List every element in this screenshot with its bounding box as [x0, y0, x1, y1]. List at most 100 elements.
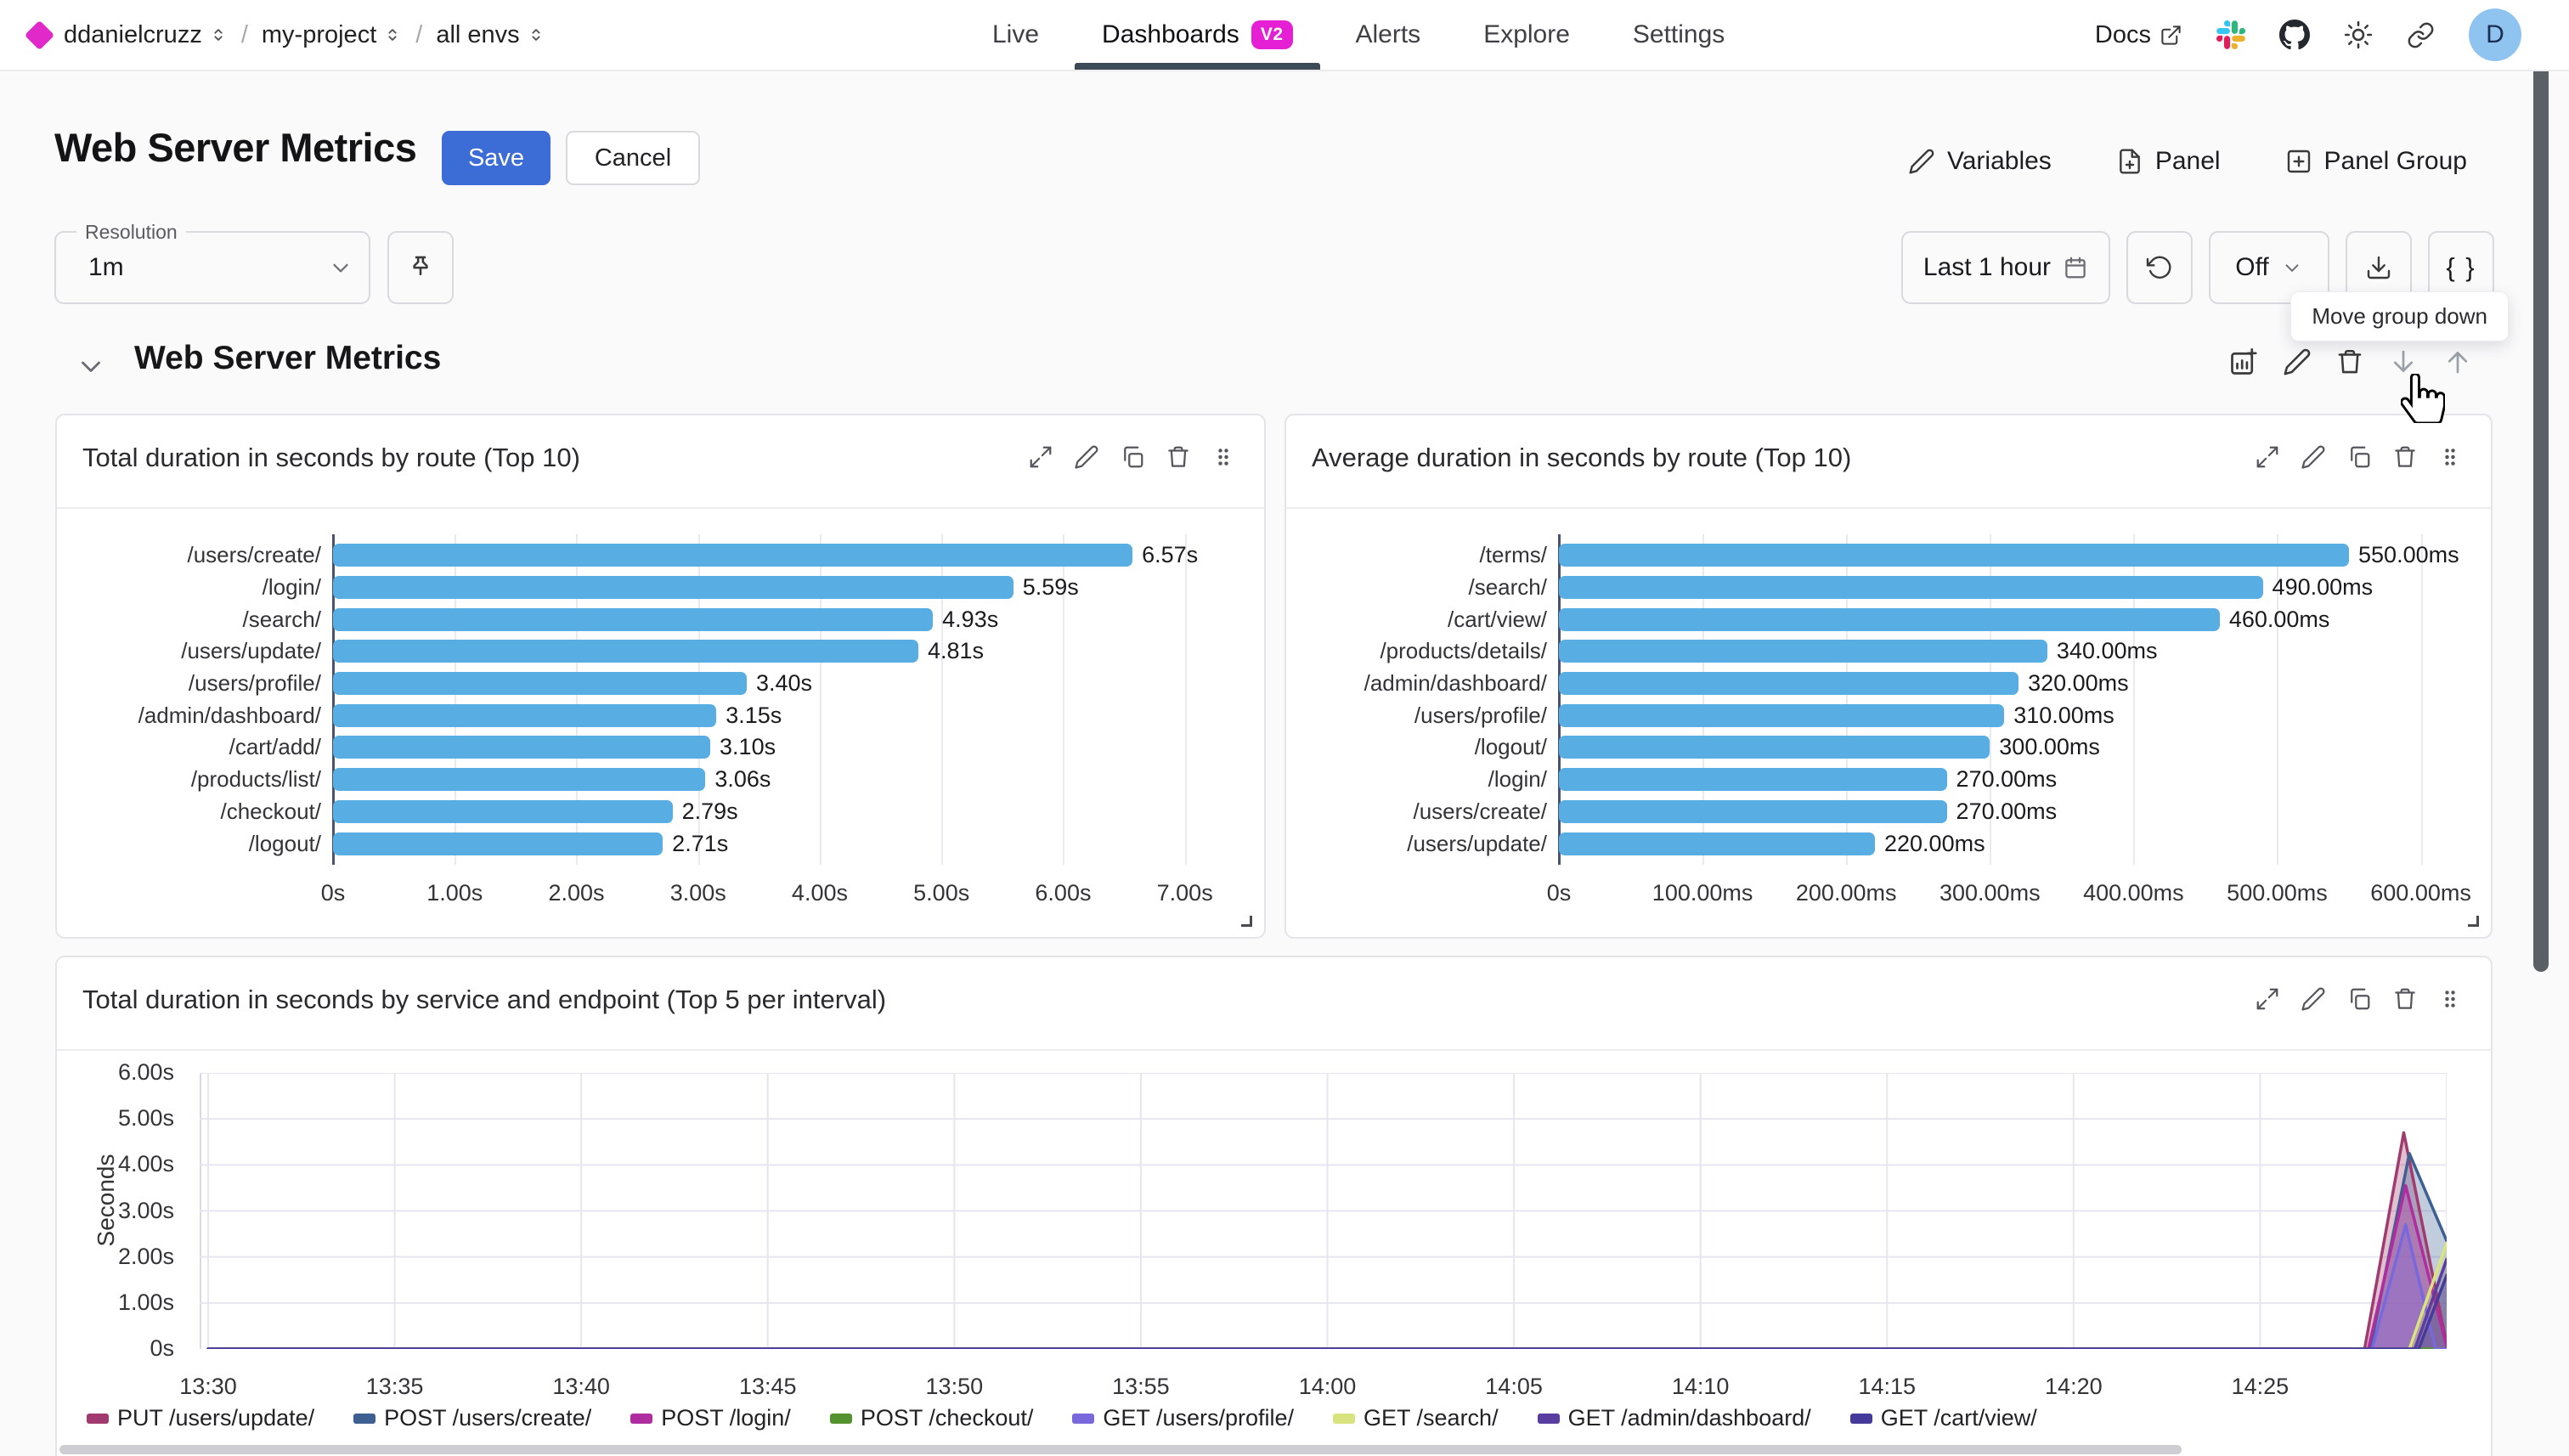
bar[interactable] [333, 640, 918, 663]
expand-icon[interactable] [2255, 986, 2280, 1012]
legend-item[interactable]: GET /cart/view/ [1850, 1405, 2037, 1431]
bar[interactable] [1559, 832, 1875, 855]
legend-item[interactable]: GET /admin/dashboard/ [1538, 1405, 1811, 1431]
bar[interactable] [333, 704, 716, 727]
bar[interactable] [333, 800, 673, 823]
bar[interactable] [1559, 544, 2349, 567]
edit-group-icon[interactable] [2283, 347, 2312, 376]
slack-icon[interactable] [2216, 20, 2245, 49]
bar[interactable] [1559, 576, 2263, 599]
legend-item[interactable]: POST /checkout/ [830, 1405, 1034, 1431]
bar-value-label: 340.00ms [2047, 638, 2158, 664]
avatar[interactable]: D [2469, 8, 2521, 61]
nav-explore-label: Explore [1483, 20, 1570, 49]
github-icon[interactable] [2279, 20, 2310, 50]
theme-sun-icon[interactable] [2344, 20, 2373, 49]
bar[interactable] [333, 544, 1132, 567]
bar-row: /users/update/4.81s [91, 635, 1244, 668]
resize-handle[interactable] [2468, 916, 2479, 927]
bar[interactable] [1559, 800, 1947, 823]
page-title: Web Server Metrics [54, 124, 416, 171]
nav-explore[interactable]: Explore [1483, 0, 1570, 70]
drag-handle-icon[interactable] [2438, 987, 2462, 1011]
download-icon [2365, 254, 2392, 281]
brand-logo-icon[interactable] [25, 20, 54, 49]
drag-handle-icon[interactable] [1211, 445, 1235, 469]
nav-live-label: Live [992, 20, 1039, 49]
save-button[interactable]: Save [442, 131, 550, 185]
edit-panel-icon[interactable] [2301, 986, 2326, 1012]
panel-label: Panel [2155, 147, 2221, 176]
bar[interactable] [1559, 736, 1990, 759]
delete-panel-icon[interactable] [1166, 444, 1191, 470]
bar[interactable] [1559, 672, 2019, 695]
copy-panel-icon[interactable] [1120, 444, 1145, 470]
move-group-up-icon[interactable] [2442, 347, 2473, 377]
add-panel-group-button[interactable]: Panel Group [2285, 147, 2467, 176]
copy-panel-icon[interactable] [2346, 444, 2372, 470]
line-chart[interactable] [200, 1073, 2447, 1349]
bar[interactable] [333, 768, 705, 791]
resolution-select[interactable]: Resolution 1m [54, 231, 370, 304]
breadcrumb-env[interactable]: all envs [436, 21, 545, 49]
legend-item[interactable]: GET /search/ [1333, 1405, 1499, 1431]
bar[interactable] [333, 608, 933, 631]
delete-panel-icon[interactable] [2392, 986, 2418, 1012]
bar-chart: /terms/550.00ms/search/490.00ms/cart/vie… [1320, 539, 2470, 860]
horizontal-scrollbar-thumb[interactable] [59, 1445, 2182, 1454]
move-group-down-icon[interactable] [2388, 347, 2419, 377]
mouse-cursor-pointer [2401, 374, 2445, 423]
docs-link[interactable]: Docs [2095, 21, 2182, 49]
breadcrumb-project[interactable]: my-project [262, 21, 402, 49]
x-tick-label: 14:00 [1299, 1374, 1357, 1400]
bar[interactable] [333, 736, 710, 759]
variables-button[interactable]: Variables [1908, 147, 2052, 176]
copy-panel-icon[interactable] [2346, 986, 2372, 1012]
breadcrumb-org[interactable]: ddanielcruzz [64, 21, 228, 49]
nav-live[interactable]: Live [992, 0, 1039, 70]
group-collapse-chevron-icon[interactable] [75, 350, 107, 382]
edit-panel-icon[interactable] [1074, 444, 1099, 470]
bar[interactable] [1559, 640, 2047, 663]
add-panel-button[interactable]: Panel [2116, 147, 2221, 176]
bar-category-label: /login/ [91, 574, 333, 601]
legend-item[interactable]: POST /login/ [630, 1405, 791, 1431]
x-tick-label: 13:50 [926, 1374, 984, 1400]
nav-alerts[interactable]: Alerts [1356, 0, 1421, 70]
bar-row: /checkout/2.79s [91, 796, 1244, 828]
bar[interactable] [1559, 704, 2004, 727]
bar-category-label: /admin/dashboard/ [91, 703, 333, 729]
share-link-icon[interactable] [2407, 21, 2435, 49]
vertical-scrollbar-thumb[interactable] [2533, 22, 2549, 972]
legend-item[interactable]: POST /users/create/ [353, 1405, 591, 1431]
bar[interactable] [333, 576, 1013, 599]
bar[interactable] [1559, 608, 2220, 631]
bar-value-label: 490.00ms [2263, 574, 2374, 601]
pin-button[interactable] [387, 231, 454, 304]
expand-icon[interactable] [1028, 444, 1053, 470]
bar-value-label: 310.00ms [2004, 703, 2114, 729]
add-chart-icon[interactable] [2228, 347, 2259, 377]
x-tick-label: 14:15 [1858, 1374, 1916, 1400]
bar[interactable] [333, 832, 663, 855]
bar-value-label: 3.06s [705, 766, 771, 793]
bar-category-label: /users/update/ [91, 638, 333, 664]
nav-dashboards[interactable]: Dashboards V2 [1102, 0, 1292, 70]
external-link-icon [2160, 24, 2182, 47]
cancel-button[interactable]: Cancel [566, 131, 700, 185]
resize-handle[interactable] [1241, 916, 1252, 927]
delete-group-icon[interactable] [2335, 347, 2364, 376]
delete-panel-icon[interactable] [2392, 444, 2418, 470]
legend-item[interactable]: PUT /users/update/ [87, 1405, 314, 1431]
drag-handle-icon[interactable] [2438, 445, 2462, 469]
refresh-button[interactable] [2126, 231, 2193, 304]
bar[interactable] [333, 672, 747, 695]
time-range-picker[interactable]: Last 1 hour [1901, 231, 2110, 304]
nav-settings[interactable]: Settings [1633, 0, 1725, 70]
expand-icon[interactable] [2255, 444, 2280, 470]
edit-panel-icon[interactable] [2301, 444, 2326, 470]
bar[interactable] [1559, 768, 1947, 791]
bar-category-label: /login/ [1320, 766, 1559, 793]
legend-item[interactable]: GET /users/profile/ [1072, 1405, 1294, 1431]
x-tick-label: 500.00ms [2227, 880, 2328, 906]
